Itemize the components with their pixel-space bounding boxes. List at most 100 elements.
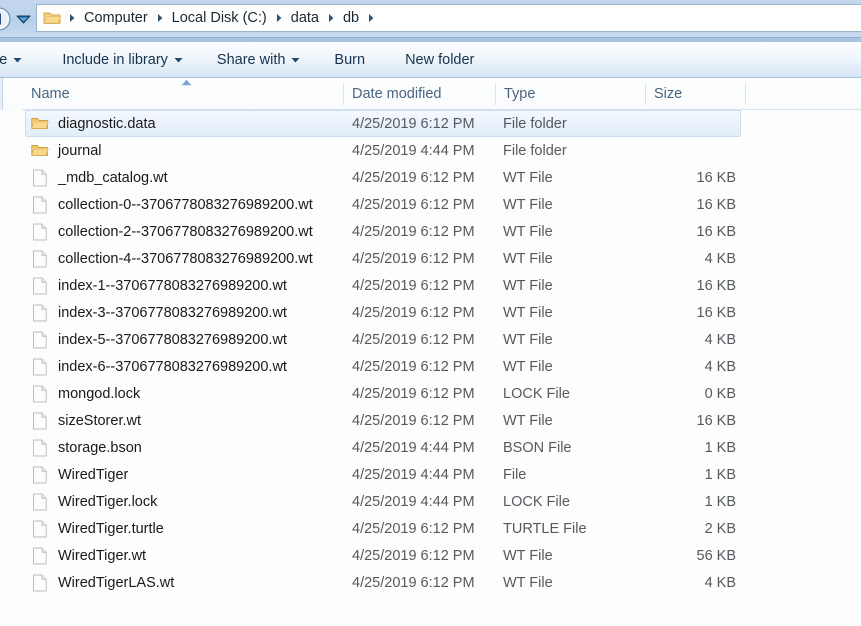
cell-name[interactable]: diagnostic.data — [31, 115, 343, 133]
column-header-size[interactable]: Size — [645, 78, 745, 110]
cell-name[interactable]: collection-0--3706778083276989200.wt — [31, 196, 343, 214]
file-icon — [31, 304, 49, 322]
cell-name[interactable]: WiredTiger — [31, 466, 343, 484]
breadcrumb-local-disk-c[interactable]: Local Disk (C:) — [168, 9, 271, 27]
breadcrumb-separator-icon — [64, 13, 80, 23]
cell-size: 16 KB — [696, 277, 737, 294]
file-name-label: collection-2--3706778083276989200.wt — [58, 223, 313, 240]
cell-size: 16 KB — [696, 304, 737, 321]
column-header-left-edge — [0, 78, 3, 110]
table-row[interactable]: WiredTiger 4/25/2019 4:44 PM File 1 KB — [0, 461, 861, 488]
table-row[interactable]: storage.bson 4/25/2019 4:44 PM BSON File 1 … — [0, 434, 861, 461]
column-header-size-label: Size — [654, 86, 683, 102]
cell-name[interactable]: storage.bson — [31, 439, 343, 457]
cell-name[interactable]: index-5--3706778083276989200.wt — [31, 331, 343, 349]
cell-name[interactable]: collection-2--3706778083276989200.wt — [31, 223, 343, 241]
table-row[interactable]: journal 4/25/2019 4:44 PM File folder — [0, 137, 861, 164]
explorer-window: Computer Local Disk (C:) data db ze — [0, 0, 861, 626]
column-resize-handle[interactable] — [745, 83, 746, 105]
cell-name[interactable]: index-1--3706778083276989200.wt — [31, 277, 343, 295]
cell-date-modified: 4/25/2019 6:12 PM — [352, 277, 475, 294]
table-row[interactable]: index-5--3706778083276989200.wt 4/25/2019… — [0, 326, 861, 353]
file-icon — [31, 385, 49, 403]
cell-size: 16 KB — [696, 169, 737, 186]
cell-date-modified: 4/25/2019 6:12 PM — [352, 520, 475, 537]
cell-name[interactable]: _mdb_catalog.wt — [31, 169, 343, 187]
column-resize-handle[interactable] — [645, 83, 646, 105]
burn-button[interactable]: Burn — [323, 47, 376, 73]
file-list[interactable]: diagnostic.data 4/25/2019 6:12 PM File fol… — [0, 110, 861, 626]
table-row[interactable]: collection-0--3706778083276989200.wt 4/25… — [0, 191, 861, 218]
table-row[interactable]: index-3--3706778083276989200.wt 4/25/2019… — [0, 299, 861, 326]
file-name-label: collection-4--3706778083276989200.wt — [58, 250, 313, 267]
cell-name[interactable]: WiredTigerLAS.wt — [31, 574, 343, 592]
chevron-down-icon — [13, 57, 22, 63]
column-header-date-modified-label: Date modified — [352, 86, 442, 102]
cell-date-modified: 4/25/2019 6:12 PM — [352, 547, 475, 564]
cell-name[interactable]: sizeStorer.wt — [31, 412, 343, 430]
column-header-name[interactable]: Name — [22, 78, 343, 110]
table-row[interactable]: WiredTiger.lock 4/25/2019 4:44 PM LOCK Fil… — [0, 488, 861, 515]
cell-name[interactable]: index-6--3706778083276989200.wt — [31, 358, 343, 376]
table-row[interactable]: WiredTiger.turtle 4/25/2019 6:12 PM TURTLE… — [0, 515, 861, 542]
cell-size: 16 KB — [696, 196, 737, 213]
cell-size: 1 KB — [704, 439, 736, 456]
column-header-name-label: Name — [31, 86, 70, 102]
share-with-button[interactable]: Share with — [206, 47, 312, 73]
table-row[interactable]: index-1--3706778083276989200.wt 4/25/2019… — [0, 272, 861, 299]
include-in-library-label: Include in library — [62, 51, 168, 68]
breadcrumb-db[interactable]: db — [339, 9, 363, 27]
new-folder-button[interactable]: New folder — [394, 47, 485, 73]
cell-type: WT File — [503, 223, 553, 240]
cell-type: BSON File — [503, 439, 572, 456]
cell-date-modified: 4/25/2019 4:44 PM — [352, 466, 475, 483]
folder-icon — [43, 10, 62, 26]
cell-date-modified: 4/25/2019 6:12 PM — [352, 250, 475, 267]
file-name-label: index-6--3706778083276989200.wt — [58, 358, 287, 375]
breadcrumb-computer[interactable]: Computer — [80, 9, 152, 27]
column-resize-handle[interactable] — [343, 83, 344, 105]
cell-date-modified: 4/25/2019 4:44 PM — [352, 439, 475, 456]
table-row[interactable]: collection-4--3706778083276989200.wt 4/25… — [0, 245, 861, 272]
file-name-label: index-1--3706778083276989200.wt — [58, 277, 287, 294]
cell-name[interactable]: WiredTiger.wt — [31, 547, 343, 565]
file-icon — [31, 466, 49, 484]
table-row[interactable]: WiredTiger.wt 4/25/2019 6:12 PM WT File 56 … — [0, 542, 861, 569]
file-name-label: WiredTigerLAS.wt — [58, 574, 175, 591]
cell-type: File folder — [503, 115, 567, 132]
table-row[interactable]: sizeStorer.wt 4/25/2019 6:12 PM WT File 16 … — [0, 407, 861, 434]
organize-button[interactable]: ze — [0, 47, 33, 73]
cell-size: 16 KB — [696, 223, 737, 240]
cell-size: 4 KB — [704, 358, 736, 375]
cell-date-modified: 4/25/2019 6:12 PM — [352, 223, 475, 240]
cell-size: 1 KB — [704, 493, 736, 510]
table-row[interactable]: WiredTigerLAS.wt 4/25/2019 6:12 PM WT File… — [0, 569, 861, 596]
command-toolbar: ze Include in library Share with Burn Ne… — [0, 42, 861, 78]
include-in-library-button[interactable]: Include in library — [51, 47, 194, 73]
table-row[interactable]: mongod.lock 4/25/2019 6:12 PM LOCK File 0 K… — [0, 380, 861, 407]
column-header-date-modified[interactable]: Date modified — [343, 78, 495, 110]
table-row[interactable]: _mdb_catalog.wt 4/25/2019 6:12 PM WT File 1… — [0, 164, 861, 191]
breadcrumb-data[interactable]: data — [287, 9, 323, 27]
cell-name[interactable]: WiredTiger.lock — [31, 493, 343, 511]
cell-date-modified: 4/25/2019 6:12 PM — [352, 385, 475, 402]
file-name-label: WiredTiger.turtle — [58, 520, 164, 537]
column-header-type[interactable]: Type — [495, 78, 645, 110]
history-dropdown-icon[interactable] — [15, 11, 32, 27]
back-arrow-icon[interactable] — [0, 6, 12, 32]
breadcrumb-separator-icon[interactable] — [363, 13, 379, 23]
column-resize-handle[interactable] — [495, 83, 496, 105]
cell-name[interactable]: mongod.lock — [31, 385, 343, 403]
cell-date-modified: 4/25/2019 6:12 PM — [352, 358, 475, 375]
address-bar: Computer Local Disk (C:) data db — [0, 0, 861, 37]
cell-size: 1 KB — [704, 466, 736, 483]
table-row[interactable]: diagnostic.data 4/25/2019 6:12 PM File fol… — [0, 110, 861, 137]
cell-name[interactable]: index-3--3706778083276989200.wt — [31, 304, 343, 322]
address-input[interactable]: Computer Local Disk (C:) data db — [36, 4, 861, 32]
cell-name[interactable]: journal — [31, 142, 343, 160]
cell-name[interactable]: collection-4--3706778083276989200.wt — [31, 250, 343, 268]
cell-name[interactable]: WiredTiger.turtle — [31, 520, 343, 538]
file-icon — [31, 520, 49, 538]
table-row[interactable]: collection-2--3706778083276989200.wt 4/25… — [0, 218, 861, 245]
table-row[interactable]: index-6--3706778083276989200.wt 4/25/2019… — [0, 353, 861, 380]
